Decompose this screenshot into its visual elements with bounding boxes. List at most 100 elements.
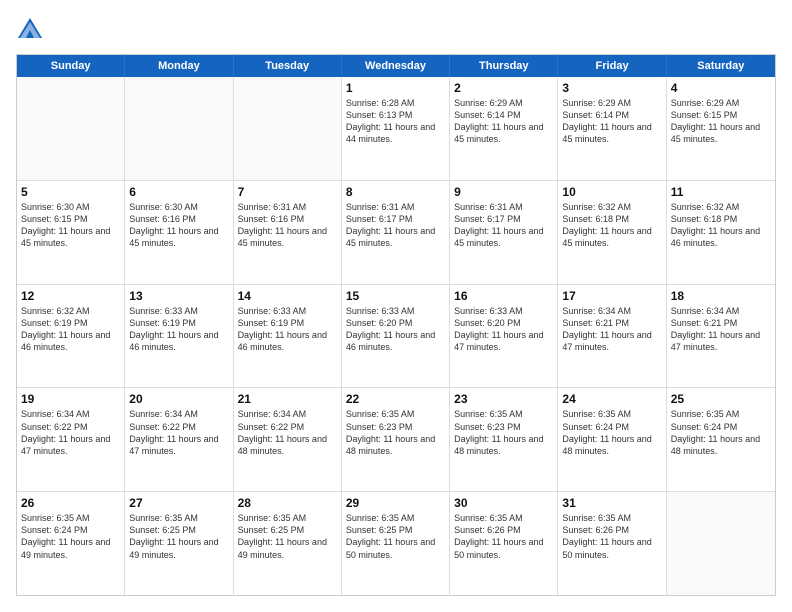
day-cell-23: 23Sunrise: 6:35 AMSunset: 6:23 PMDayligh…: [450, 388, 558, 491]
day-info: Sunrise: 6:35 AMSunset: 6:25 PMDaylight:…: [129, 512, 228, 561]
day-info: Sunrise: 6:31 AMSunset: 6:17 PMDaylight:…: [346, 201, 445, 250]
day-cell-6: 6 Sunrise: 6:30 AMSunset: 6:16 PMDaylight…: [125, 181, 233, 284]
day-cell-21: 21 Sunrise: 6:34 AMSunset: 6:22 PMDayligh…: [234, 388, 342, 491]
day-info: Sunrise: 6:29 AMSunset: 6:15 PMDaylight:…: [671, 97, 771, 146]
day-cell-1: 1 Sunrise: 6:28 AMSunset: 6:13 PMDaylight…: [342, 77, 450, 180]
day-cell-18: 18 Sunrise: 6:34 AMSunset: 6:21 PMDayligh…: [667, 285, 775, 388]
day-cell-14: 14 Sunrise: 6:33 AMSunset: 6:19 PMDayligh…: [234, 285, 342, 388]
empty-cell: [17, 77, 125, 180]
empty-cell: [234, 77, 342, 180]
day-info: Sunrise: 6:29 AMSunset: 6:14 PMDaylight:…: [562, 97, 661, 146]
day-cell-13: 13 Sunrise: 6:33 AMSunset: 6:19 PMDayligh…: [125, 285, 233, 388]
day-number: 23: [454, 392, 553, 406]
calendar-body: 1 Sunrise: 6:28 AMSunset: 6:13 PMDaylight…: [17, 77, 775, 595]
day-info: Sunrise: 6:30 AMSunset: 6:16 PMDaylight:…: [129, 201, 228, 250]
day-number: 29: [346, 496, 445, 510]
day-cell-11: 11 Sunrise: 6:32 AMSunset: 6:18 PMDayligh…: [667, 181, 775, 284]
day-number: 16: [454, 289, 553, 303]
day-number: 22: [346, 392, 445, 406]
day-header-monday: Monday: [125, 55, 233, 77]
day-header-friday: Friday: [558, 55, 666, 77]
day-cell-31: 31 Sunrise: 6:35 AMSunset: 6:26 PMDayligh…: [558, 492, 666, 595]
day-number: 2: [454, 81, 553, 95]
day-cell-4: 4Sunrise: 6:29 AMSunset: 6:15 PMDaylight…: [667, 77, 775, 180]
day-cell-20: 20 Sunrise: 6:34 AMSunset: 6:22 PMDayligh…: [125, 388, 233, 491]
day-info: Sunrise: 6:34 AMSunset: 6:21 PMDaylight:…: [562, 305, 661, 354]
day-info: Sunrise: 6:35 AMSunset: 6:26 PMDaylight:…: [454, 512, 553, 561]
day-cell-27: 27Sunrise: 6:35 AMSunset: 6:25 PMDayligh…: [125, 492, 233, 595]
day-info: Sunrise: 6:32 AMSunset: 6:18 PMDaylight:…: [671, 201, 771, 250]
day-number: 9: [454, 185, 553, 199]
day-info: Sunrise: 6:35 AMSunset: 6:25 PMDaylight:…: [346, 512, 445, 561]
day-cell-22: 22 Sunrise: 6:35 AMSunset: 6:23 PMDayligh…: [342, 388, 450, 491]
page: SundayMondayTuesdayWednesdayThursdayFrid…: [0, 0, 792, 612]
logo-icon: [16, 16, 44, 44]
day-number: 20: [129, 392, 228, 406]
day-cell-15: 15Sunrise: 6:33 AMSunset: 6:20 PMDayligh…: [342, 285, 450, 388]
day-number: 30: [454, 496, 553, 510]
day-cell-28: 28 Sunrise: 6:35 AMSunset: 6:25 PMDayligh…: [234, 492, 342, 595]
day-info: Sunrise: 6:29 AMSunset: 6:14 PMDaylight:…: [454, 97, 553, 146]
day-info: Sunrise: 6:33 AMSunset: 6:19 PMDaylight:…: [129, 305, 228, 354]
day-number: 14: [238, 289, 337, 303]
day-info: Sunrise: 6:35 AMSunset: 6:26 PMDaylight:…: [562, 512, 661, 561]
day-cell-26: 26Sunrise: 6:35 AMSunset: 6:24 PMDayligh…: [17, 492, 125, 595]
day-number: 21: [238, 392, 337, 406]
day-cell-25: 25Sunrise: 6:35 AMSunset: 6:24 PMDayligh…: [667, 388, 775, 491]
week-row-2: 5Sunrise: 6:30 AMSunset: 6:15 PMDaylight…: [17, 181, 775, 285]
day-number: 15: [346, 289, 445, 303]
day-info: Sunrise: 6:28 AMSunset: 6:13 PMDaylight:…: [346, 97, 445, 146]
day-info: Sunrise: 6:35 AMSunset: 6:24 PMDaylight:…: [562, 408, 661, 457]
day-number: 17: [562, 289, 661, 303]
day-number: 1: [346, 81, 445, 95]
day-number: 28: [238, 496, 337, 510]
day-number: 24: [562, 392, 661, 406]
day-info: Sunrise: 6:35 AMSunset: 6:23 PMDaylight:…: [346, 408, 445, 457]
day-cell-30: 30 Sunrise: 6:35 AMSunset: 6:26 PMDayligh…: [450, 492, 558, 595]
day-info: Sunrise: 6:30 AMSunset: 6:15 PMDaylight:…: [21, 201, 120, 250]
day-number: 10: [562, 185, 661, 199]
day-number: 8: [346, 185, 445, 199]
calendar-header: SundayMondayTuesdayWednesdayThursdayFrid…: [17, 55, 775, 77]
day-info: Sunrise: 6:33 AMSunset: 6:19 PMDaylight:…: [238, 305, 337, 354]
day-cell-7: 7 Sunrise: 6:31 AMSunset: 6:16 PMDaylight…: [234, 181, 342, 284]
day-number: 13: [129, 289, 228, 303]
day-cell-12: 12Sunrise: 6:32 AMSunset: 6:19 PMDayligh…: [17, 285, 125, 388]
header: [16, 16, 776, 44]
day-number: 19: [21, 392, 120, 406]
day-number: 7: [238, 185, 337, 199]
day-cell-29: 29 Sunrise: 6:35 AMSunset: 6:25 PMDayligh…: [342, 492, 450, 595]
logo: [16, 16, 48, 44]
day-cell-2: 2 Sunrise: 6:29 AMSunset: 6:14 PMDaylight…: [450, 77, 558, 180]
day-cell-17: 17 Sunrise: 6:34 AMSunset: 6:21 PMDayligh…: [558, 285, 666, 388]
day-info: Sunrise: 6:35 AMSunset: 6:25 PMDaylight:…: [238, 512, 337, 561]
day-number: 6: [129, 185, 228, 199]
day-header-thursday: Thursday: [450, 55, 558, 77]
day-info: Sunrise: 6:34 AMSunset: 6:22 PMDaylight:…: [238, 408, 337, 457]
day-info: Sunrise: 6:32 AMSunset: 6:18 PMDaylight:…: [562, 201, 661, 250]
day-cell-24: 24 Sunrise: 6:35 AMSunset: 6:24 PMDayligh…: [558, 388, 666, 491]
day-info: Sunrise: 6:32 AMSunset: 6:19 PMDaylight:…: [21, 305, 120, 354]
day-cell-16: 16 Sunrise: 6:33 AMSunset: 6:20 PMDayligh…: [450, 285, 558, 388]
day-header-wednesday: Wednesday: [342, 55, 450, 77]
day-cell-19: 19Sunrise: 6:34 AMSunset: 6:22 PMDayligh…: [17, 388, 125, 491]
day-info: Sunrise: 6:31 AMSunset: 6:17 PMDaylight:…: [454, 201, 553, 250]
day-cell-9: 9 Sunrise: 6:31 AMSunset: 6:17 PMDaylight…: [450, 181, 558, 284]
day-header-tuesday: Tuesday: [234, 55, 342, 77]
empty-cell: [125, 77, 233, 180]
calendar: SundayMondayTuesdayWednesdayThursdayFrid…: [16, 54, 776, 596]
day-info: Sunrise: 6:31 AMSunset: 6:16 PMDaylight:…: [238, 201, 337, 250]
day-info: Sunrise: 6:34 AMSunset: 6:21 PMDaylight:…: [671, 305, 771, 354]
week-row-4: 19 Sunrise: 6:34 AMSunset: 6:22 PMDayligh…: [17, 388, 775, 492]
week-row-3: 12Sunrise: 6:32 AMSunset: 6:19 PMDayligh…: [17, 285, 775, 389]
day-number: 18: [671, 289, 771, 303]
day-number: 11: [671, 185, 771, 199]
day-info: Sunrise: 6:35 AMSunset: 6:24 PMDaylight:…: [671, 408, 771, 457]
week-row-5: 26Sunrise: 6:35 AMSunset: 6:24 PMDayligh…: [17, 492, 775, 595]
day-info: Sunrise: 6:34 AMSunset: 6:22 PMDaylight:…: [129, 408, 228, 457]
day-info: Sunrise: 6:33 AMSunset: 6:20 PMDaylight:…: [454, 305, 553, 354]
day-number: 31: [562, 496, 661, 510]
day-number: 3: [562, 81, 661, 95]
day-header-sunday: Sunday: [17, 55, 125, 77]
day-cell-8: 8 Sunrise: 6:31 AMSunset: 6:17 PMDaylight…: [342, 181, 450, 284]
